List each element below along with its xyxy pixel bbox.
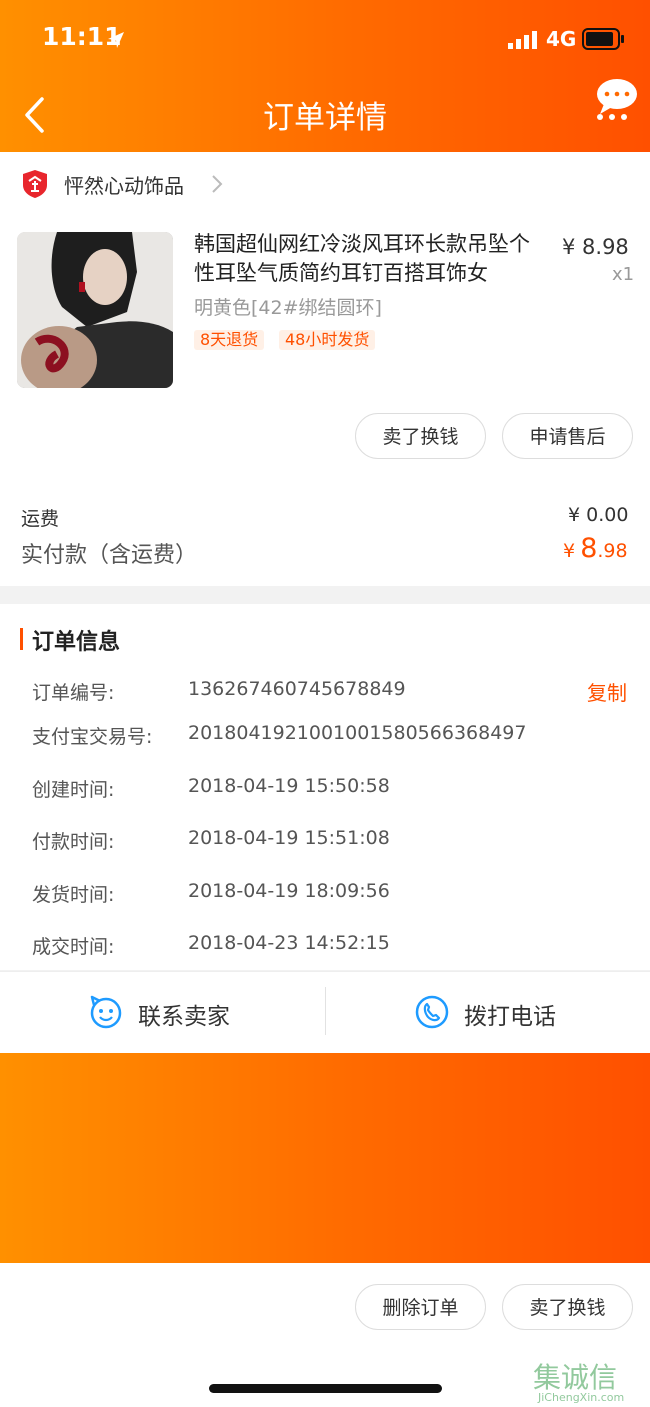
battery-icon [582, 28, 624, 50]
shipping-value: ¥ 0.00 [568, 504, 629, 526]
shipping-time-tag: 48小时发货 [279, 330, 376, 350]
shipped-time-label: 发货时间: [32, 884, 115, 906]
created-time-value: 2018-04-19 15:50:58 [188, 775, 390, 797]
watermark-url: JiChengXin.com [538, 1391, 625, 1404]
paid-currency: ¥ [563, 540, 576, 562]
completed-time-value: 2018-04-23 14:52:15 [188, 932, 390, 954]
home-indicator [209, 1384, 442, 1393]
paid-label: 实付款（含运费） [21, 543, 198, 568]
product-price: ¥ 8.98 [562, 235, 629, 259]
sell-for-cash-footer-button[interactable]: 卖了换钱 [502, 1284, 633, 1330]
paid-time-label: 付款时间: [32, 831, 115, 853]
created-time-label: 创建时间: [32, 779, 115, 801]
shipped-time-value: 2018-04-19 18:09:56 [188, 880, 390, 902]
product-quantity: x1 [612, 264, 635, 285]
recommendation-banner [0, 1053, 650, 1263]
location-arrow-icon [108, 32, 124, 48]
shop-name[interactable]: 怦然心动饰品 [64, 170, 184, 199]
contact-seller-label: 联系卖家 [138, 1004, 230, 1030]
page-title: 订单详情 [263, 100, 387, 136]
order-number-value: 136267460745678849 [188, 678, 406, 700]
paid-integer: 8 [580, 533, 598, 564]
order-info-heading: 订单信息 [32, 630, 121, 655]
copy-button[interactable]: 复制 [587, 677, 627, 706]
paid-decimal: .98 [597, 540, 628, 562]
delete-order-button[interactable]: 删除订单 [355, 1284, 486, 1330]
after-sale-button[interactable]: 申请售后 [502, 413, 633, 459]
more-message-icon[interactable] [594, 76, 640, 122]
completed-time-label: 成交时间: [32, 936, 115, 958]
product-title[interactable]: 韩国超仙网红冷淡风耳环长款吊坠个性耳坠气质简约耳钉百搭耳饰女 [194, 230, 544, 288]
paid-amount: ¥ 8.98 [563, 533, 628, 564]
phone-icon [415, 995, 449, 1029]
chat-smile-icon [90, 995, 122, 1029]
product-image[interactable] [17, 232, 173, 388]
section-accent-bar [20, 628, 23, 650]
shop-badge-icon [23, 170, 47, 198]
return-policy-tag: 8天退货 [194, 330, 265, 350]
shipping-label: 运费 [21, 508, 60, 530]
order-number-label: 订单编号: [32, 682, 115, 704]
chevron-right-icon [212, 175, 223, 193]
call-phone-label: 拨打电话 [464, 1004, 556, 1030]
watermark-logo: 集诚信 [533, 1361, 618, 1394]
paid-time-value: 2018-04-19 15:51:08 [188, 827, 390, 849]
signal-icon [508, 31, 537, 49]
product-spec: 明黄色[42#绑结圆环] [194, 297, 382, 319]
sell-for-cash-button[interactable]: 卖了换钱 [355, 413, 486, 459]
alipay-trade-label: 支付宝交易号: [32, 726, 153, 748]
alipay-trade-value: 2018041921001001580566368497 [188, 722, 527, 744]
network-type: 4G [546, 27, 577, 51]
